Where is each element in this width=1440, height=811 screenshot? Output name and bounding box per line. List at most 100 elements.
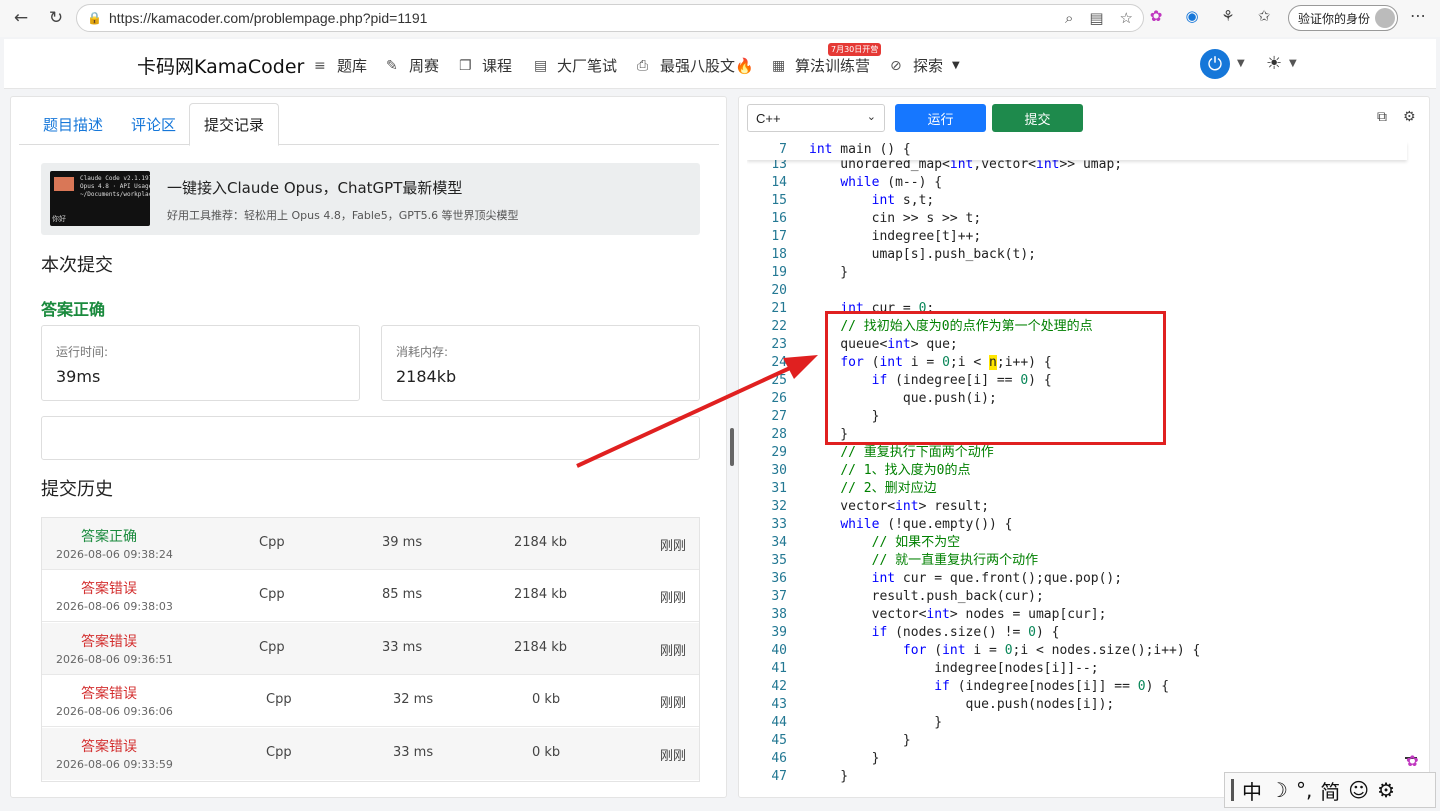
result-status: 答案正确 <box>41 300 106 319</box>
code-line[interactable]: 35 // 就一直重复执行两个动作 <box>747 552 1407 570</box>
more-menu-icon[interactable]: ⋯ <box>1410 6 1426 25</box>
code-line[interactable]: 38 vector<int> nodes = umap[cur]; <box>747 606 1407 624</box>
wave-extension-icon[interactable]: ◉ <box>1180 4 1204 28</box>
tab-submissions[interactable]: 提交记录 <box>189 103 280 146</box>
code-text: } <box>809 733 911 748</box>
site-info-icon[interactable]: 🔒 <box>87 11 102 25</box>
panel-resize-handle[interactable] <box>730 428 734 466</box>
submit-button[interactable]: 提交 <box>992 104 1083 132</box>
favorites-icon[interactable]: ✩ <box>1252 4 1276 28</box>
code-line[interactable]: 18 umap[s].push_back(t); <box>747 246 1407 264</box>
line-number: 45 <box>771 733 787 748</box>
chevron-down-icon[interactable]: ▼ <box>1289 58 1297 69</box>
tab-comments[interactable]: 评论区 <box>117 103 190 145</box>
code-line[interactable]: 17 indegree[t]++; <box>747 228 1407 246</box>
line-number: 32 <box>771 499 787 514</box>
line-number: 25 <box>771 373 787 388</box>
chevron-down-icon: ⌄ <box>866 111 876 123</box>
code-line[interactable]: 36 int cur = que.front();que.pop(); <box>747 570 1407 588</box>
row-memory: 0 kb <box>532 745 561 760</box>
code-line[interactable]: 39 if (nodes.size() != 0) { <box>747 624 1407 642</box>
row-when: 刚刚 <box>660 591 687 606</box>
run-button[interactable]: 运行 <box>895 104 986 132</box>
nav-problems[interactable]: ≡ 题库 <box>314 55 367 76</box>
code-editor[interactable]: 7 int main () { 13 unordered_map<int,vec… <box>747 142 1423 792</box>
code-line[interactable]: 14 while (m--) { <box>747 174 1407 192</box>
favorite-star-icon[interactable]: ☆ <box>1120 9 1133 27</box>
code-text: if (nodes.size() != 0) { <box>871 625 1060 640</box>
code-line[interactable]: 42 if (indegree[nodes[i]] == 0) { <box>747 678 1407 696</box>
code-line[interactable]: 32 vector<int> result; <box>747 498 1407 516</box>
language-value: C++ <box>756 110 781 126</box>
user-power-icon[interactable]: ⏻ <box>1200 49 1230 79</box>
code-line[interactable]: 43 que.push(nodes[i]); <box>747 696 1407 714</box>
memory-card: 消耗内存: 2184kb <box>381 325 700 401</box>
line-number: 20 <box>771 283 787 298</box>
nav-baguwen[interactable]: ⎙ 最强八股文🔥 <box>637 55 754 76</box>
code-line[interactable]: 31 // 2、删对应边 <box>747 480 1407 498</box>
line-number: 28 <box>771 427 787 442</box>
ime-drag-handle[interactable] <box>1231 779 1234 801</box>
language-select[interactable]: C++ ⌄ <box>747 104 885 132</box>
code-line[interactable]: 16 cin >> s >> t; <box>747 210 1407 228</box>
code-line[interactable]: 46 } <box>747 750 1407 768</box>
theme-sun-icon[interactable]: ☀ <box>1266 53 1282 74</box>
emoji-icon[interactable]: ☺ <box>1348 778 1369 802</box>
line-number: 33 <box>771 517 787 532</box>
code-line[interactable]: 41 indegree[nodes[i]]--; <box>747 660 1407 678</box>
code-view-icon[interactable]: ⧉ <box>1377 109 1387 125</box>
table-row[interactable]: 答案错误 2026-08-06 09:36:51 Cpp 33 ms 2184 … <box>42 623 699 675</box>
row-runtime: 39 ms <box>382 535 423 550</box>
nav-explore[interactable]: ⊘ 探索 ▼ <box>890 55 960 76</box>
line-number: 18 <box>771 247 787 262</box>
extensions-icon[interactable]: ⚘ <box>1216 4 1240 28</box>
code-line[interactable]: 30 // 1、找入度为0的点 <box>747 462 1407 480</box>
code-line[interactable]: 33 while (!que.empty()) { <box>747 516 1407 534</box>
code-line[interactable]: 29 // 重复执行下面两个动作 <box>747 444 1407 462</box>
code-text: umap[s].push_back(t); <box>809 247 1036 262</box>
table-row[interactable]: 答案错误 2026-08-06 09:38:03 Cpp 85 ms 2184 … <box>42 570 699 622</box>
brain-extension-icon[interactable]: ✿ <box>1144 4 1168 28</box>
profile-verify-button[interactable]: 验证你的身份 <box>1288 5 1398 31</box>
line-number: 35 <box>771 553 787 568</box>
table-row[interactable]: 答案错误 2026-08-06 09:36:06 Cpp 32 ms 0 kb … <box>42 675 699 727</box>
nav-courses[interactable]: ❐ 课程 <box>459 55 512 76</box>
code-line[interactable]: 44 } <box>747 714 1407 732</box>
line-number: 19 <box>771 265 787 280</box>
address-bar[interactable]: 🔒 https://kamacoder.com/problempage.php?… <box>76 4 1144 32</box>
code-line[interactable]: 34 // 如果不为空 <box>747 534 1407 552</box>
ime-chinese-mode[interactable]: 中 <box>1242 776 1262 805</box>
tab-description[interactable]: 题目描述 <box>29 103 117 145</box>
code-line[interactable]: 19 } <box>747 264 1407 282</box>
code-line[interactable]: 20 <box>747 282 1407 300</box>
brand-logo[interactable]: 卡码网KamaCoder <box>137 52 304 79</box>
back-icon[interactable]: ← <box>6 3 36 33</box>
line-number: 40 <box>771 643 787 658</box>
table-row[interactable]: 答案正确 2026-08-06 09:38:24 Cpp 39 ms 2184 … <box>42 518 699 570</box>
ime-simplified[interactable]: 简 <box>1320 776 1340 805</box>
runtime-label: 运行时间: <box>56 345 109 359</box>
code-line[interactable]: 45 } <box>747 732 1407 750</box>
url-text: https://kamacoder.com/problempage.php?pi… <box>109 10 428 26</box>
code-text: que.push(nodes[i]); <box>809 697 1115 712</box>
copilot-icon[interactable]: ✿ <box>1406 752 1430 772</box>
document-icon: ▤ <box>534 57 548 74</box>
settings-gear-icon[interactable]: ⚙ <box>1403 109 1416 125</box>
reload-icon[interactable]: ↻ <box>41 3 71 33</box>
gear-icon[interactable]: ⚙ <box>1377 778 1395 802</box>
nav-training-camp[interactable]: ▦ 算法训练营 <box>772 55 870 76</box>
ime-punctuation[interactable]: °, <box>1296 778 1312 802</box>
ad-banner[interactable]: Claude Code v2.1.197 Opus 4.8 · API Usag… <box>41 163 700 235</box>
reader-icon[interactable]: ▤ <box>1089 9 1103 27</box>
moon-icon[interactable]: ☽ <box>1270 778 1288 802</box>
zoom-icon[interactable]: ⌕ <box>1065 9 1073 27</box>
code-line[interactable]: 15 int s,t; <box>747 192 1407 210</box>
chevron-down-icon[interactable]: ▼ <box>1237 58 1245 69</box>
nav-weekly[interactable]: ✎ 周赛 <box>386 55 439 76</box>
code-line[interactable]: 40 for (int i = 0;i < nodes.size();i++) … <box>747 642 1407 660</box>
code-line[interactable]: 37 result.push_back(cur); <box>747 588 1407 606</box>
ad-thumbnail: Claude Code v2.1.197 Opus 4.8 · API Usag… <box>50 171 150 226</box>
nav-interview-tests[interactable]: ▤ 大厂笔试 <box>534 55 617 76</box>
code-text: } <box>809 769 849 784</box>
table-row[interactable]: 答案错误 2026-08-06 09:33:59 Cpp 33 ms 0 kb … <box>42 728 699 780</box>
